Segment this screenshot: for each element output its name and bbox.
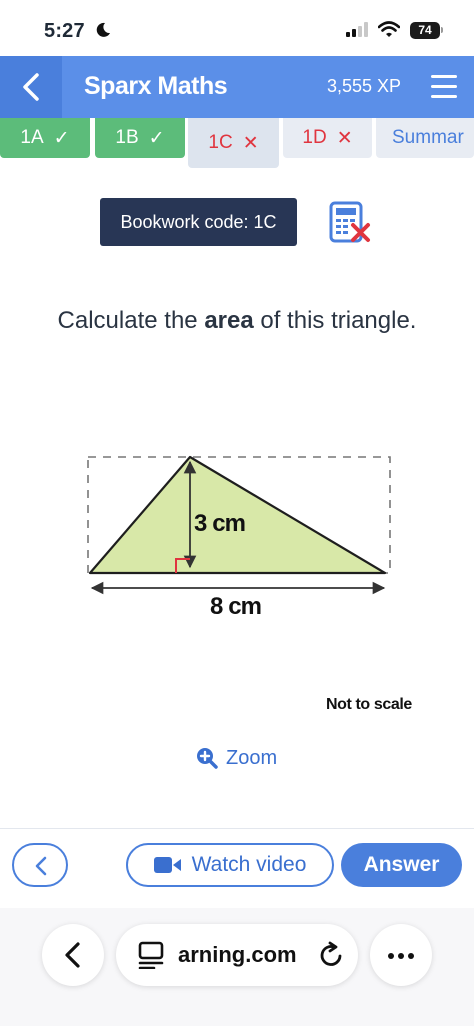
zoom-button[interactable]: Zoom [196, 744, 277, 772]
video-camera-icon [153, 857, 181, 873]
chevron-left-icon [65, 942, 80, 968]
tab-label: 1D [302, 127, 327, 148]
more-dots-icon[interactable] [370, 924, 432, 986]
xp-counter: 3,555 XP [327, 76, 402, 96]
tab-summary[interactable]: Summar [376, 118, 474, 158]
bookwork-code: Bookwork code: 1C [100, 198, 297, 246]
page-tab-icon [138, 941, 164, 969]
status-time: 5:27 [44, 20, 85, 42]
question-text-end: of this triangle. [253, 307, 417, 334]
tab-1b[interactable]: 1B ✓ [95, 118, 185, 158]
watch-video-button[interactable]: Watch video [126, 843, 334, 887]
calculator-cross-icon [329, 201, 370, 243]
signal-icon [346, 22, 368, 37]
tab-label: Summar [392, 127, 464, 148]
url-text: arning.com [178, 942, 297, 967]
check-icon: ✓ [53, 127, 70, 149]
question-emphasis: area [204, 307, 254, 334]
divider [0, 828, 474, 829]
back-button[interactable] [0, 56, 62, 118]
url-bar[interactable]: arning.com [116, 924, 358, 986]
chevron-left-icon [35, 856, 47, 876]
tab-label: 1B [115, 127, 139, 148]
tab-1c[interactable]: 1C ✕ [188, 118, 279, 168]
browser-back-button[interactable] [42, 924, 104, 986]
previous-button[interactable] [12, 843, 68, 887]
answer-button[interactable]: Answer [341, 843, 462, 887]
task-tabs: 1A ✓ 1B ✓ 1C ✕ 1D ✕ Summar [0, 118, 474, 168]
battery-indicator: 74 [410, 22, 440, 39]
zoom-plus-icon [197, 748, 218, 769]
browser-toolbar: arning.com [0, 908, 474, 1026]
app-title: Sparx Maths [84, 72, 228, 100]
wifi-icon [378, 21, 400, 37]
moon-icon [96, 22, 110, 37]
app-header: Sparx Maths 3,555 XP [0, 56, 474, 118]
tab-label: 1A [20, 127, 44, 148]
cross-icon: ✕ [336, 127, 353, 149]
tab-label: 1C [208, 132, 233, 153]
question-text: Calculate the area of this triangle. [0, 307, 474, 335]
hamburger-menu-icon[interactable] [422, 66, 466, 108]
zoom-label: Zoom [226, 746, 278, 769]
chevron-left-icon [23, 73, 39, 101]
reload-icon[interactable] [316, 940, 346, 970]
status-bar: 5:27 74 [0, 0, 474, 56]
battery-tip [441, 27, 443, 33]
question-text-start: Calculate the [57, 307, 205, 334]
watch-video-label: Watch video [191, 853, 307, 876]
check-icon: ✓ [148, 127, 165, 149]
cross-icon: ✕ [242, 132, 259, 154]
triangle-diagram: 3 cm 8 cm [87, 455, 391, 620]
tab-1a[interactable]: 1A ✓ [0, 118, 90, 158]
not-to-scale-label: Not to scale [326, 696, 412, 713]
height-label: 3 cm [194, 510, 246, 537]
base-label: 8 cm [210, 593, 262, 620]
tab-1d[interactable]: 1D ✕ [283, 118, 372, 158]
